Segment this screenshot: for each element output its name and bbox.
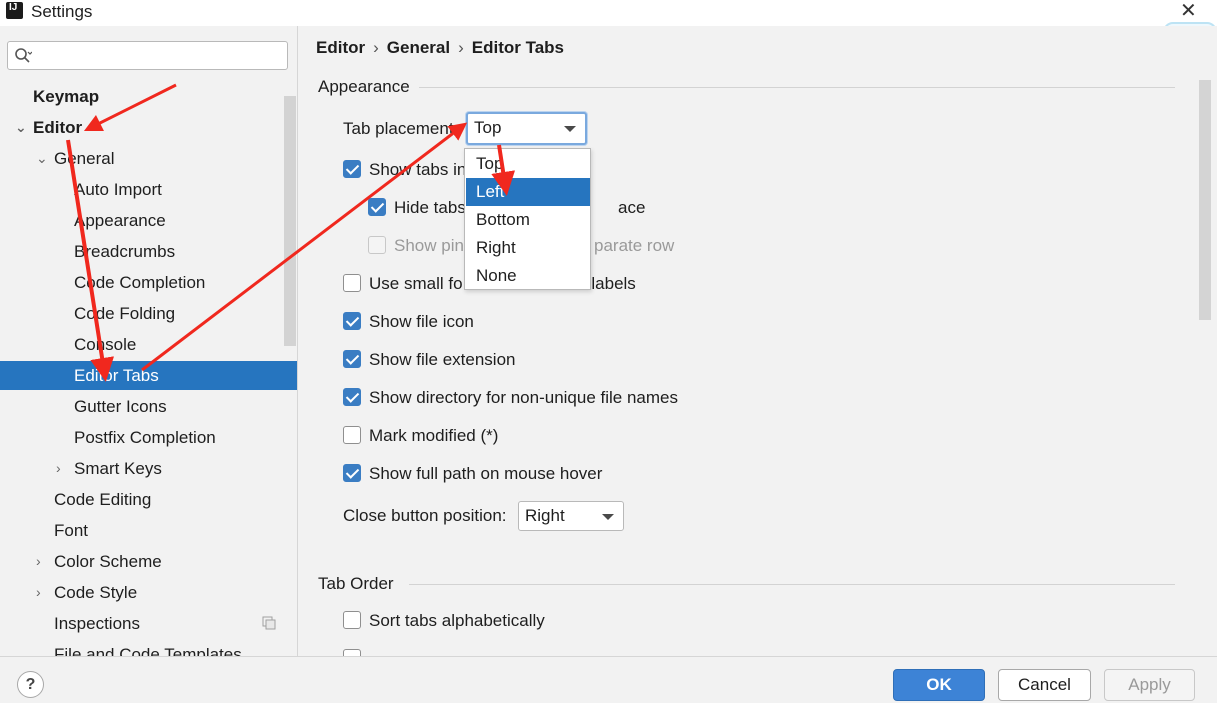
dropdown-option-top[interactable]: Top (466, 150, 590, 178)
tree-item-editor-tabs[interactable]: Editor Tabs (0, 361, 297, 390)
chevron-right-icon[interactable]: › (36, 547, 48, 576)
tree-item-label: Editor (33, 118, 83, 137)
tab-placement-value: Top (474, 118, 502, 137)
close-button-position-label: Close button position: (343, 506, 507, 525)
breadcrumb: Editor › General › Editor Tabs (316, 38, 564, 58)
chevron-down-icon[interactable]: ⌄ (15, 113, 27, 142)
cancel-button[interactable]: Cancel (998, 669, 1091, 701)
checkbox[interactable] (343, 426, 361, 444)
window-title: Settings (31, 2, 93, 21)
tree-item-auto-import[interactable]: Auto Import (0, 175, 297, 204)
checkbox[interactable] (343, 312, 361, 330)
checkbox (368, 236, 386, 254)
tree-item-editor[interactable]: ⌄ Editor (0, 113, 297, 142)
tree-item-keymap[interactable]: Keymap (0, 82, 297, 111)
chevron-right-icon[interactable]: › (56, 454, 68, 483)
tab-placement-label: Tab placement: (343, 119, 459, 138)
tree-item-code-folding[interactable]: Code Folding (0, 299, 297, 328)
tree-item-label: File and Code Templates (54, 645, 242, 656)
chevron-down-icon (564, 126, 576, 132)
tree-item-code-style[interactable]: › Code Style (0, 578, 297, 607)
tree-item-label: Smart Keys (74, 459, 162, 478)
tab-order-section-title: Tab Order (318, 574, 394, 593)
tree-item-label: Editor Tabs (74, 366, 159, 385)
sidebar-scrollbar[interactable] (284, 96, 296, 346)
search-icon (15, 48, 32, 63)
tree-item-label: Font (54, 521, 89, 540)
tree-item-console[interactable]: Console (0, 330, 297, 359)
option-label-tail: parate row (594, 236, 675, 255)
tree-item-file-and-code-templates[interactable]: File and Code Templates (0, 640, 297, 656)
section-divider (419, 87, 1175, 88)
checkbox[interactable] (343, 464, 361, 482)
dropdown-option-left[interactable]: Left (466, 178, 590, 206)
tab-placement-dropdown: Top Left Bottom Right None (464, 148, 591, 290)
tree-item-label: Postfix Completion (74, 428, 216, 447)
tree-item-label: Keymap (33, 87, 100, 106)
checkbox[interactable] (343, 350, 361, 368)
tree-item-label: Code Folding (74, 304, 176, 323)
section-divider (409, 584, 1175, 585)
chevron-right-icon[interactable]: › (36, 578, 48, 607)
breadcrumb-separator: › (373, 38, 379, 57)
tree-item-general[interactable]: ⌄ General (0, 144, 297, 173)
checkbox[interactable] (368, 198, 386, 216)
settings-content: Editor › General › Editor Tabs Appearance Ta… (298, 26, 1217, 667)
content-scrollbar[interactable] (1199, 80, 1211, 320)
checkbox[interactable] (343, 388, 361, 406)
checkbox[interactable] (343, 160, 361, 178)
close-button-position-select[interactable]: Right (518, 501, 624, 531)
tree-item-label: Console (74, 335, 137, 354)
tree-item-label: Code Completion (74, 273, 206, 292)
settings-search[interactable] (7, 41, 288, 70)
tree-item-label: Color Scheme (54, 552, 162, 571)
checkbox[interactable] (343, 611, 361, 629)
tree-item-appearance[interactable]: Appearance (0, 206, 297, 235)
tree-item-label: General (54, 149, 115, 168)
intellij-app-icon (6, 2, 23, 19)
breadcrumb-editor-tabs: Editor Tabs (471, 38, 565, 57)
breadcrumb-separator: › (458, 38, 464, 57)
close-button-position-value: Right (525, 506, 565, 525)
search-input[interactable] (36, 45, 281, 66)
title-bar: Settings ✕ (0, 0, 1217, 26)
tree-item-label: Code Style (54, 583, 138, 602)
ok-button[interactable]: OK (893, 669, 985, 701)
apply-button: Apply (1104, 669, 1195, 701)
chevron-down-icon (602, 514, 614, 520)
tree-item-label: Inspections (54, 614, 140, 633)
tree-item-color-scheme[interactable]: › Color Scheme (0, 547, 297, 576)
tree-item-label: Gutter Icons (74, 397, 167, 416)
tree-item-label: Auto Import (74, 180, 162, 199)
appearance-section-title: Appearance (318, 77, 410, 96)
tree-item-postfix-completion[interactable]: Postfix Completion (0, 423, 297, 452)
dropdown-option-none[interactable]: None (466, 262, 590, 290)
tree-item-label: Appearance (74, 211, 166, 230)
breadcrumb-editor[interactable]: Editor (316, 38, 365, 57)
project-level-icon (262, 616, 276, 630)
checkbox[interactable] (343, 274, 361, 292)
close-icon[interactable]: ✕ (1180, 0, 1197, 23)
settings-sidebar: Keymap ⌄ Editor ⌄ General Auto Import Ap… (0, 26, 298, 656)
tree-item-label: Code Editing (54, 490, 152, 509)
tree-item-code-completion[interactable]: Code Completion (0, 268, 297, 297)
tree-item-label: Breadcrumbs (74, 242, 176, 261)
tab-placement-select[interactable]: Top (466, 112, 587, 145)
tree-item-gutter-icons[interactable]: Gutter Icons (0, 392, 297, 421)
tree-item-breadcrumbs[interactable]: Breadcrumbs (0, 237, 297, 266)
tree-item-inspections[interactable]: Inspections (0, 609, 297, 638)
dropdown-option-bottom[interactable]: Bottom (466, 206, 590, 234)
dropdown-option-right[interactable]: Right (466, 234, 590, 262)
dialog-button-bar: ? OK Cancel Apply (0, 656, 1217, 703)
tree-item-font[interactable]: Font (0, 516, 297, 545)
option-label-tail: ace (618, 198, 646, 217)
chevron-down-icon[interactable]: ⌄ (36, 144, 48, 173)
breadcrumb-general[interactable]: General (387, 38, 450, 57)
help-button[interactable]: ? (17, 671, 44, 698)
tree-item-smart-keys[interactable]: › Smart Keys (0, 454, 297, 483)
tree-item-code-editing[interactable]: Code Editing (0, 485, 297, 514)
